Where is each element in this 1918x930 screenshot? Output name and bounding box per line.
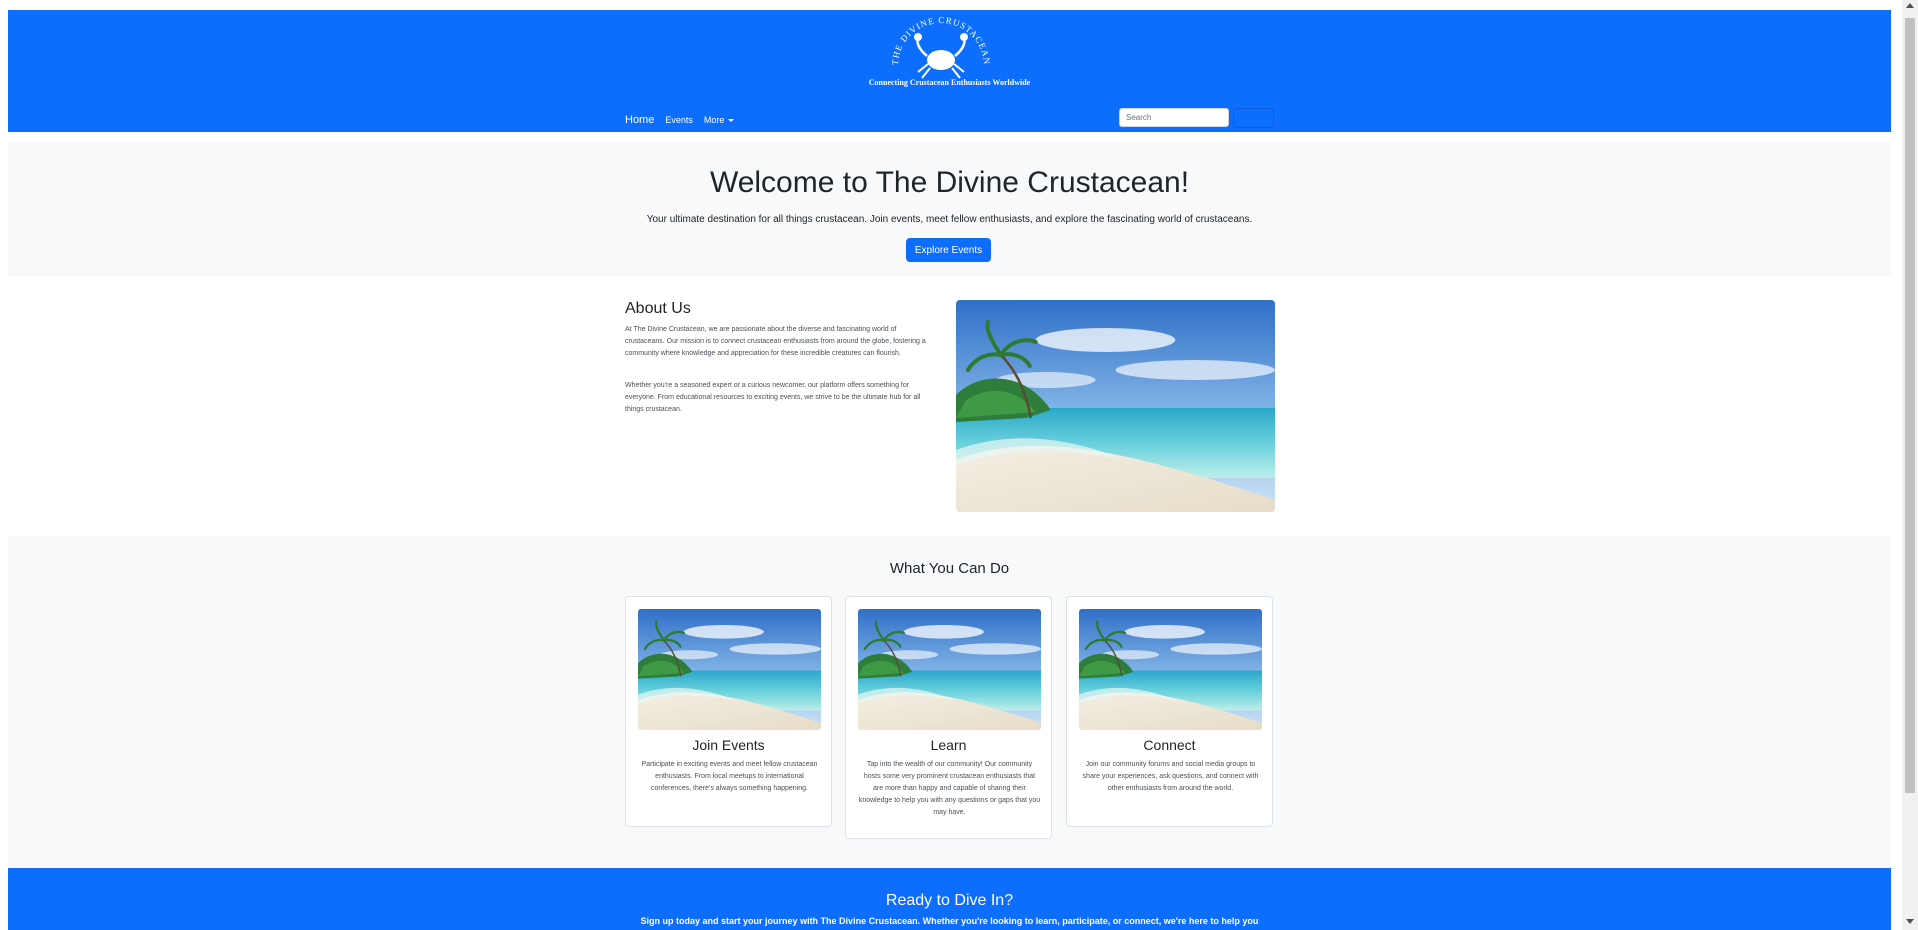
scroll-up-arrow-icon[interactable] <box>1906 3 1914 8</box>
search-button[interactable] <box>1233 108 1274 128</box>
nav-home[interactable]: Home <box>625 114 654 126</box>
cta-text: Sign up today and start your journey wit… <box>640 916 1259 926</box>
site-tagline: Connecting Crustacean Enthusiasts Worldw… <box>868 78 1031 87</box>
card-text: Join our community forums and social med… <box>1082 761 1259 792</box>
card-join-events: Join Events Participate in exciting even… <box>625 596 832 827</box>
nav-events[interactable]: Events <box>665 115 693 125</box>
card-learn: Learn Tap into the wealth of our communi… <box>845 596 1052 839</box>
scroll-down-arrow-icon[interactable] <box>1906 919 1914 924</box>
nav-more-dropdown[interactable]: More <box>704 115 735 125</box>
about-paragraph-1: At The Divine Crustacean, we are passion… <box>625 326 926 357</box>
cta-section: Ready to Dive In? Sign up today and star… <box>8 868 1891 930</box>
caret-down-icon <box>728 119 735 123</box>
card-beach-image <box>638 609 821 730</box>
page-frame: THE DIVINE CRUSTACEAN Connecting Crustac… <box>8 10 1891 930</box>
hero-section: Welcome to The Divine Crustacean! Your u… <box>8 142 1891 276</box>
card-text: Tap into the wealth of our community! Ou… <box>858 761 1041 816</box>
about-section: About Us At The Divine Crustacean, we ar… <box>8 276 1891 536</box>
card-beach-image <box>858 609 1041 730</box>
explore-events-button[interactable]: Explore Events <box>906 238 991 262</box>
card-text: Participate in exciting events and meet … <box>641 761 818 792</box>
search-input[interactable] <box>1119 108 1229 127</box>
about-title: About Us <box>625 300 691 317</box>
features-section: What You Can Do Join Events Participate … <box>8 536 1891 868</box>
scrollbar-thumb[interactable] <box>1905 18 1915 793</box>
hero-subtitle: Your ultimate destination for all things… <box>646 214 1253 225</box>
card-title: Learn <box>930 737 967 753</box>
hero-title: Welcome to The Divine Crustacean! <box>709 166 1190 199</box>
about-paragraph-2: Whether you're a seasoned expert or a cu… <box>625 382 921 413</box>
card-title: Join Events <box>692 737 765 753</box>
card-connect: Connect Join our community forums and so… <box>1066 596 1273 827</box>
card-beach-image <box>1079 609 1262 730</box>
nav-more-label: More <box>703 115 725 125</box>
card-title: Connect <box>1143 737 1196 753</box>
site-header: THE DIVINE CRUSTACEAN Connecting Crustac… <box>8 10 1891 132</box>
main-nav: Home Events More <box>625 108 745 132</box>
features-title: What You Can Do <box>889 560 1010 577</box>
cta-title: Ready to Dive In? <box>885 892 1014 909</box>
about-beach-image <box>956 300 1275 512</box>
page-scrollbar[interactable] <box>1902 0 1918 930</box>
